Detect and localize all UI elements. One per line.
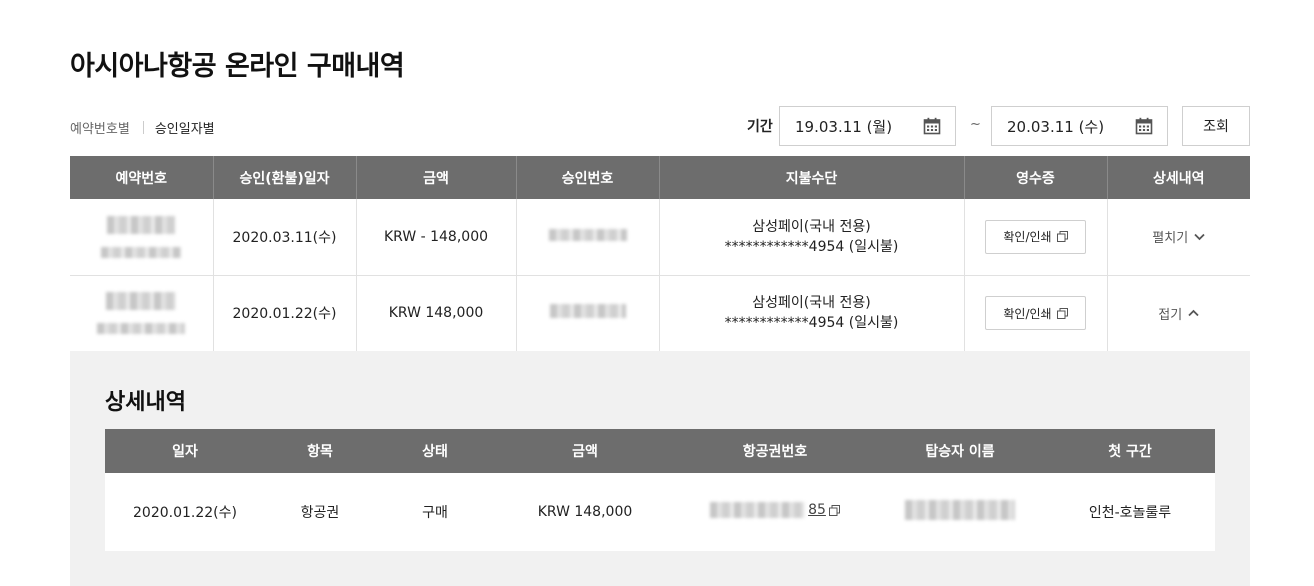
period-label: 기간	[747, 119, 773, 135]
approval-date-cell: 2020.01.22(수)	[213, 275, 357, 352]
payment-method-name: 삼성페이(국내 전용)	[752, 295, 871, 311]
receipt-cell: 확인/인쇄	[964, 199, 1108, 276]
ticket-number-cell: 85	[675, 473, 875, 551]
tab-by-approval-date[interactable]: 승인일자별	[155, 118, 215, 137]
redacted-ticket-number	[710, 502, 806, 518]
detail-title: 상세내역	[105, 390, 186, 415]
approval-number-cell	[516, 275, 660, 352]
details-toggle-cell: 접기	[1107, 275, 1250, 352]
column-header-booking-number: 예약번호	[70, 156, 214, 199]
filter-tabs: 예약번호별 승인일자별	[70, 118, 215, 137]
table-row: 2020.03.11(수) KRW - 148,000 삼성페이(국내 전용) …	[70, 199, 1250, 276]
tab-divider	[142, 121, 144, 134]
first-segment-cell: 인천-호놀룰루	[1045, 473, 1215, 551]
payment-method-cell: 삼성페이(국내 전용) ************4954 (일시불)	[659, 275, 965, 352]
calendar-icon[interactable]	[1135, 117, 1153, 135]
column-header-payment-method: 지불수단	[659, 156, 965, 199]
approval-date-cell: 2020.03.11(수)	[213, 199, 357, 276]
booking-number-cell	[70, 199, 214, 276]
table-row: 2020.01.22(수) 항공권 구매 KRW 148,000 85 인천-호…	[105, 473, 1215, 551]
approval-number-cell	[516, 199, 660, 276]
receipt-print-label: 확인/인쇄	[1003, 230, 1052, 245]
tab-by-booking-number[interactable]: 예약번호별	[70, 118, 130, 137]
chevron-down-icon	[1194, 233, 1205, 241]
expand-toggle[interactable]: 펼치기	[1152, 227, 1205, 246]
detail-column-ticket-number: 항공권번호	[675, 429, 875, 473]
copy-icon	[1056, 307, 1068, 319]
calendar-icon[interactable]	[923, 117, 941, 135]
column-header-details: 상세내역	[1107, 156, 1250, 199]
detail-status-cell: 구매	[375, 473, 495, 551]
detail-amount-cell: KRW 148,000	[495, 473, 675, 551]
payment-card-info: ************4954 (일시불)	[724, 315, 899, 331]
detail-panel: 상세내역 일자 항목 상태 금액 항공권번호 탑승자 이름 첫 구간 2020.…	[70, 351, 1250, 586]
copy-icon	[828, 504, 840, 516]
table-header-row: 예약번호 승인(환불)일자 금액 승인번호 지불수단 영수증 상세내역	[70, 156, 1250, 199]
receipt-print-label: 확인/인쇄	[1003, 306, 1052, 321]
detail-column-first-segment: 첫 구간	[1045, 429, 1215, 473]
redacted-approval-number	[548, 228, 627, 241]
expand-label: 펼치기	[1152, 231, 1189, 247]
redacted-approval-number	[549, 304, 626, 318]
booking-number-cell	[70, 275, 214, 352]
detail-column-status: 상태	[375, 429, 495, 473]
detail-column-passenger-name: 탑승자 이름	[875, 429, 1045, 473]
receipt-cell: 확인/인쇄	[964, 275, 1108, 352]
redacted-booking-number	[70, 292, 213, 334]
collapse-label: 접기	[1158, 307, 1183, 323]
detail-date-cell: 2020.01.22(수)	[105, 473, 265, 551]
amount-cell: KRW - 148,000	[356, 199, 517, 276]
end-date-value: 20.03.11 (수)	[1007, 117, 1105, 136]
end-date-field[interactable]: 20.03.11 (수)	[991, 106, 1168, 146]
table-row: 2020.01.22(수) KRW 148,000 삼성페이(국내 전용) **…	[70, 275, 1250, 352]
start-date-value: 19.03.11 (월)	[795, 117, 893, 136]
page-title: 아시아나항공 온라인 구매내역	[70, 51, 405, 82]
detail-column-amount: 금액	[495, 429, 675, 473]
detail-header-row: 일자 항목 상태 금액 항공권번호 탑승자 이름 첫 구간	[105, 429, 1215, 473]
collapse-toggle[interactable]: 접기	[1158, 304, 1199, 323]
redacted-booking-number	[70, 215, 213, 258]
chevron-up-icon	[1188, 309, 1199, 317]
date-range-separator: ~	[970, 117, 981, 132]
search-button[interactable]: 조회	[1182, 106, 1250, 146]
column-header-amount: 금액	[356, 156, 517, 199]
payment-card-info: ************4954 (일시불)	[724, 238, 899, 255]
ticket-number-link[interactable]: 85	[710, 502, 840, 518]
passenger-name-cell	[875, 473, 1045, 551]
start-date-field[interactable]: 19.03.11 (월)	[779, 106, 956, 146]
detail-column-date: 일자	[105, 429, 265, 473]
receipt-print-button[interactable]: 확인/인쇄	[985, 296, 1086, 330]
details-toggle-cell: 펼치기	[1107, 199, 1250, 276]
column-header-approval-date: 승인(환불)일자	[213, 156, 357, 199]
redacted-passenger-name	[905, 500, 1015, 520]
amount-cell: KRW 148,000	[356, 275, 517, 352]
detail-table: 일자 항목 상태 금액 항공권번호 탑승자 이름 첫 구간 2020.01.22…	[105, 429, 1215, 551]
purchase-history-table: 예약번호 승인(환불)일자 금액 승인번호 지불수단 영수증 상세내역 2020…	[70, 156, 1250, 352]
detail-item-cell: 항공권	[265, 473, 375, 551]
payment-method-name: 삼성페이(국내 전용)	[752, 218, 871, 235]
receipt-print-button[interactable]: 확인/인쇄	[985, 219, 1086, 254]
detail-column-item: 항목	[265, 429, 375, 473]
column-header-approval-number: 승인번호	[516, 156, 660, 199]
column-header-receipt: 영수증	[964, 156, 1108, 199]
payment-method-cell: 삼성페이(국내 전용) ************4954 (일시불)	[659, 199, 965, 276]
ticket-number-suffix: 85	[808, 502, 826, 518]
copy-icon	[1056, 231, 1068, 243]
